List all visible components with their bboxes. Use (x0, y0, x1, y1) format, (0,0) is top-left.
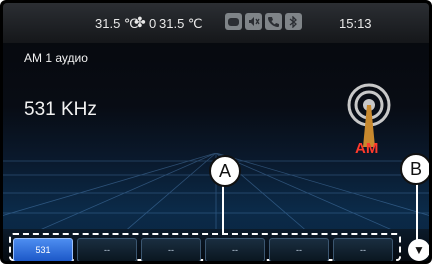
clock: 15:13 (339, 16, 372, 31)
preset-button-1[interactable]: 531 (13, 238, 73, 261)
chevron-down-icon: ▼ (413, 243, 425, 257)
preset-button-6[interactable]: -- (333, 238, 393, 261)
callout-b-leader (416, 182, 418, 240)
temp-left: 31.5 ℃ (95, 16, 139, 31)
temp-right: 31.5 ℃ (159, 16, 203, 31)
preset-button-3[interactable]: -- (141, 238, 201, 261)
frequency-display: 531 KHz (24, 99, 97, 120)
status-bar: 31.5 ℃ ✤ 0 31.5 ℃ 15:13 (3, 3, 429, 43)
preset-scroll-down-button[interactable]: ▼ (408, 239, 429, 261)
mute-icon (245, 13, 262, 30)
preset-button-5[interactable]: -- (269, 238, 329, 261)
am-band-label: AM (355, 140, 379, 157)
callout-a-leader (222, 184, 224, 234)
callout-a: A (209, 155, 241, 187)
phone-icon (265, 13, 282, 30)
fan-level: 0 (149, 16, 157, 31)
fan-icon: ✤ (134, 14, 146, 30)
head-unit-screen: 31.5 ℃ ✤ 0 31.5 ℃ 15:13 AM 1 аудио 531 K… (0, 0, 432, 264)
display-frame: 31.5 ℃ ✤ 0 31.5 ℃ 15:13 AM 1 аудио 531 K… (3, 3, 429, 261)
preset-button-2[interactable]: -- (77, 238, 137, 261)
bluetooth-icon (285, 13, 302, 30)
message-icon (225, 13, 242, 30)
source-title: AM 1 аудио (24, 51, 88, 65)
preset-button-4[interactable]: -- (205, 238, 265, 261)
status-icons (225, 13, 302, 30)
callout-b: B (400, 153, 429, 185)
